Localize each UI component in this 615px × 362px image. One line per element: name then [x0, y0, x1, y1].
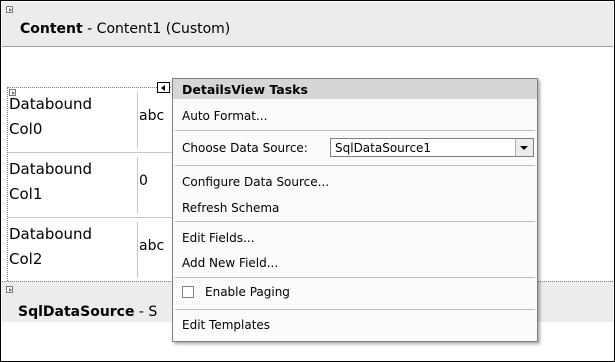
data-source-select[interactable]: SqlDataSource1 [330, 138, 534, 157]
expand-glyph-icon[interactable] [6, 6, 13, 13]
content-region-header[interactable]: Content - Content1 (Custom) [2, 2, 613, 47]
sqldatasource-glyph-icon[interactable] [6, 286, 13, 293]
details-view-row: Databound Col0 abc [8, 88, 174, 153]
auto-format-link[interactable]: Auto Format... [182, 109, 267, 123]
enable-paging-checkbox[interactable] [182, 286, 194, 298]
content-placeholder-name: - Content1 (Custom) [82, 21, 231, 37]
add-new-field-link[interactable]: Add New Field... [182, 256, 278, 270]
field-header-cell: Databound Col1 [9, 157, 138, 213]
content-label: Content [20, 21, 83, 37]
details-view-control[interactable]: Databound Col0 abc Databound Col1 0 Data… [7, 87, 175, 281]
field-name-line2: Col1 [9, 185, 43, 203]
field-name-line1: Databound [9, 225, 93, 243]
refresh-schema-link[interactable]: Refresh Schema [182, 201, 279, 215]
field-header-cell: Databound Col0 [9, 92, 138, 148]
designer-canvas: Content - Content1 (Custom) Databound Co… [0, 0, 615, 362]
smart-tag-collapse-icon[interactable] [157, 82, 170, 93]
choose-data-source-label: Choose Data Source: [182, 141, 308, 155]
sqldatasource-label: SqlDataSource [18, 304, 135, 320]
separator [175, 165, 535, 166]
details-view-tasks-panel: DetailsView Tasks Auto Format... Choose … [172, 78, 538, 342]
separator [175, 130, 535, 131]
details-view-row: Databound Col1 0 [8, 153, 174, 218]
field-value-cell: abc [139, 238, 165, 254]
sqldatasource-title: SqlDataSource - S [18, 304, 157, 320]
configure-data-source-link[interactable]: Configure Data Source... [182, 175, 329, 189]
field-value-cell: 0 [139, 173, 148, 189]
field-name-line1: Databound [9, 95, 93, 113]
enable-paging-label[interactable]: Enable Paging [205, 285, 290, 299]
content-region-title: Content - Content1 (Custom) [20, 21, 230, 37]
details-view-row: Databound Col2 abc [8, 218, 174, 282]
sqldatasource-name: - S [134, 304, 158, 320]
data-source-selected-value: SqlDataSource1 [335, 141, 432, 155]
edit-templates-link[interactable]: Edit Templates [182, 318, 270, 332]
tasks-panel-title: DetailsView Tasks [182, 82, 308, 97]
edit-fields-link[interactable]: Edit Fields... [182, 231, 254, 245]
field-name-line1: Databound [9, 160, 93, 178]
field-header-cell: Databound Col2 [9, 222, 138, 278]
separator [175, 277, 535, 278]
chevron-down-icon[interactable] [515, 139, 533, 156]
tasks-panel-header: DetailsView Tasks [173, 79, 537, 99]
field-value-cell: abc [139, 108, 165, 124]
field-name-line2: Col2 [9, 250, 43, 268]
separator [175, 221, 535, 222]
field-name-line2: Col0 [9, 120, 43, 138]
separator [175, 309, 535, 310]
